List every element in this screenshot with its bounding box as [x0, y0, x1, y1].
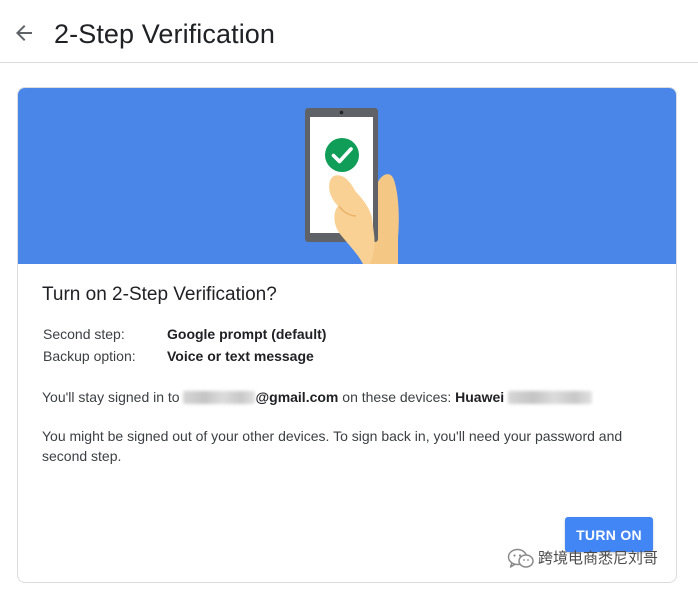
phone-checkmark-icon — [305, 108, 399, 264]
card-title: Turn on 2-Step Verification? — [42, 284, 277, 305]
signout-warning: You might be signed out of your other de… — [42, 428, 623, 464]
device-name: Huawei — [455, 389, 505, 405]
back-button[interactable] — [12, 21, 36, 45]
page-title: 2-Step Verification — [54, 19, 276, 49]
app-header: 2-Step Verification — [0, 0, 698, 63]
banner-illustration — [18, 88, 676, 264]
backup-option-value: Voice or text message — [167, 348, 314, 364]
signed-in-middle: on these devices: — [342, 389, 452, 405]
arrow-left-icon — [16, 25, 32, 41]
backup-option-label: Backup option: — [43, 348, 136, 364]
second-step-value: Google prompt (default) — [167, 326, 327, 342]
verification-card: Turn on 2-Step Verification? Second step… — [17, 87, 677, 583]
watermark-text: 跨境电商悉尼刘哥 — [538, 549, 659, 567]
wechat-icon — [507, 548, 534, 568]
signed-in-prefix: You'll stay signed in to — [42, 389, 180, 405]
email-domain: @gmail.com — [255, 389, 339, 405]
second-step-label: Second step: — [43, 326, 125, 342]
signed-in-notice: You'll stay signed in to @gmail.com on t… — [42, 387, 593, 407]
redacted-email — [183, 391, 256, 404]
redacted-device — [508, 391, 593, 404]
